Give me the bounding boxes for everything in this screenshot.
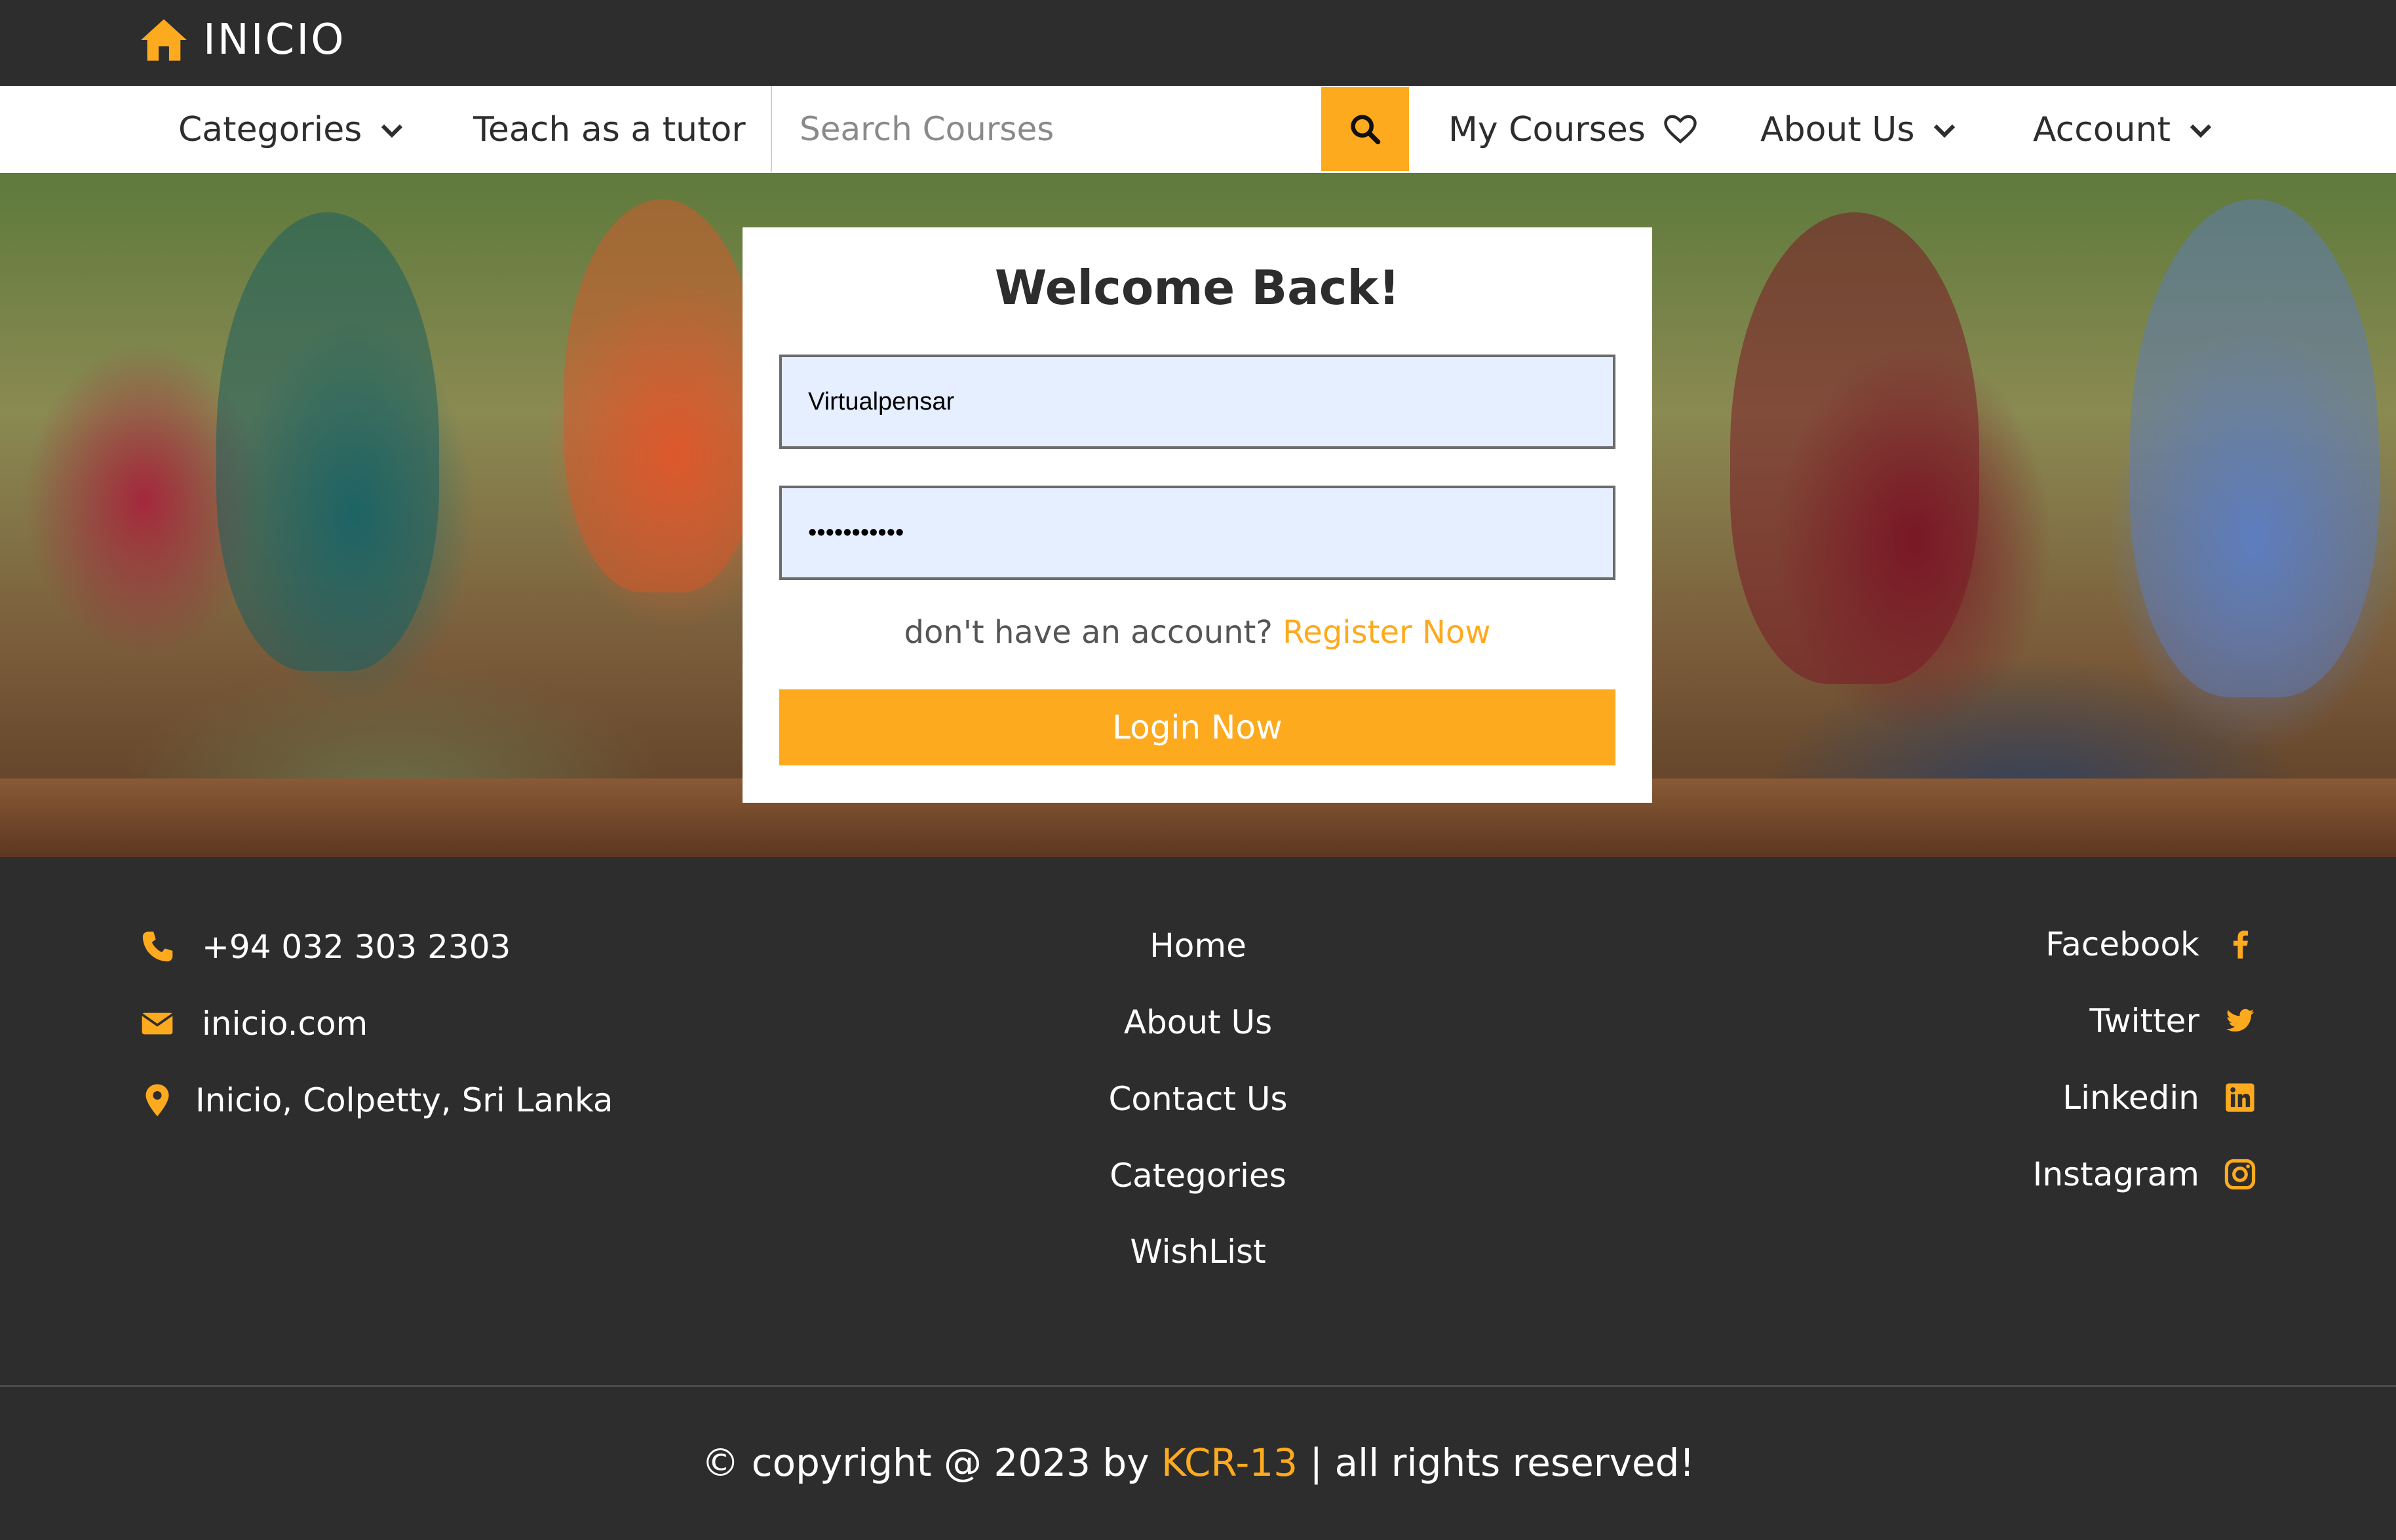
hero-figure bbox=[216, 212, 439, 671]
heart-icon bbox=[1664, 114, 1697, 144]
search-icon bbox=[1351, 115, 1381, 145]
footer-link-home[interactable]: Home bbox=[1001, 927, 1395, 965]
copyright: © copyright @ 2023 by KCR-13 | all right… bbox=[0, 1440, 2396, 1485]
chevron-down-icon bbox=[1934, 124, 1956, 138]
hero-figure bbox=[564, 199, 760, 592]
nav-my-courses-label: My Courses bbox=[1448, 109, 1646, 149]
envelope-icon bbox=[141, 1012, 174, 1035]
nav-about-label: About Us bbox=[1760, 109, 1915, 149]
no-account-text: don't have an account? bbox=[904, 614, 1273, 651]
nav-about[interactable]: About Us bbox=[1760, 86, 1958, 173]
contact-phone: +94 032 303 2303 bbox=[139, 928, 511, 966]
footer-link-contact[interactable]: Contact Us bbox=[1001, 1080, 1395, 1118]
brand-name: INICIO bbox=[203, 16, 346, 64]
footer: +94 032 303 2303 inicio.com Inicio, Colp… bbox=[0, 857, 2396, 1385]
brand-logo[interactable]: INICIO bbox=[139, 16, 346, 64]
home-icon bbox=[141, 19, 187, 61]
register-link[interactable]: Register Now bbox=[1283, 614, 1490, 651]
contact-address-text: Inicio, Colpetty, Sri Lanka bbox=[195, 1081, 613, 1119]
contact-website-text: inicio.com bbox=[202, 1005, 368, 1043]
password-field bbox=[779, 486, 1615, 580]
username-field bbox=[779, 355, 1615, 449]
contact-phone-text: +94 032 303 2303 bbox=[202, 928, 511, 966]
social-linkedin-label: Linkedin bbox=[2062, 1079, 2199, 1117]
login-card: Welcome Back! don't have an account? Reg… bbox=[743, 227, 1652, 803]
hero-figure bbox=[2130, 199, 2379, 697]
nav-teach-label: Teach as a tutor bbox=[473, 109, 746, 149]
hero-image: Welcome Back! don't have an account? Reg… bbox=[0, 173, 2396, 857]
nav-account-label: Account bbox=[2033, 109, 2171, 149]
search-button[interactable] bbox=[1321, 87, 1409, 171]
search-input[interactable] bbox=[798, 109, 1299, 149]
footer-link-wishlist[interactable]: WishList bbox=[1001, 1233, 1395, 1271]
login-button[interactable]: Login Now bbox=[779, 689, 1615, 765]
login-title: Welcome Back! bbox=[994, 260, 1401, 315]
nav-categories-label: Categories bbox=[178, 109, 362, 149]
footer-divider bbox=[0, 1385, 2396, 1387]
nav-account[interactable]: Account bbox=[2033, 86, 2214, 173]
social-facebook[interactable]: Facebook bbox=[2045, 925, 2257, 963]
search-box bbox=[771, 86, 1321, 172]
top-bar: INICIO bbox=[0, 0, 2396, 86]
register-prompt: don't have an account? Register Now bbox=[743, 614, 1652, 651]
copyright-author-link[interactable]: KCR-13 bbox=[1161, 1440, 1298, 1485]
nav-my-courses[interactable]: My Courses bbox=[1448, 86, 1698, 173]
twitter-icon bbox=[2226, 1009, 2254, 1032]
footer-link-categories[interactable]: Categories bbox=[1001, 1157, 1395, 1195]
instagram-icon bbox=[2224, 1159, 2256, 1190]
footer-link-about[interactable]: About Us bbox=[1001, 1003, 1395, 1041]
nav-teach[interactable]: Teach as a tutor bbox=[473, 86, 746, 173]
chevron-down-icon bbox=[381, 124, 403, 138]
contact-website: inicio.com bbox=[139, 1005, 368, 1043]
linkedin-icon bbox=[2226, 1083, 2254, 1112]
copyright-suffix: | all rights reserved! bbox=[1309, 1440, 1695, 1485]
contact-address: Inicio, Colpetty, Sri Lanka bbox=[139, 1081, 613, 1119]
social-linkedin[interactable]: Linkedin bbox=[2062, 1079, 2257, 1117]
main-nav: Categories Teach as a tutor My Courses A… bbox=[0, 86, 2396, 173]
map-pin-icon bbox=[145, 1084, 169, 1117]
username-input[interactable] bbox=[807, 387, 1583, 417]
social-twitter[interactable]: Twitter bbox=[2089, 1002, 2257, 1040]
social-facebook-label: Facebook bbox=[2045, 925, 2199, 963]
chevron-down-icon bbox=[2190, 124, 2212, 138]
phone-icon bbox=[142, 931, 173, 962]
social-instagram-label: Instagram bbox=[2032, 1155, 2199, 1193]
social-instagram[interactable]: Instagram bbox=[2033, 1155, 2257, 1193]
password-input[interactable] bbox=[807, 518, 1583, 548]
copyright-prefix: © copyright @ 2023 by bbox=[701, 1440, 1150, 1485]
nav-categories[interactable]: Categories bbox=[178, 86, 405, 173]
social-twitter-label: Twitter bbox=[2089, 1002, 2199, 1040]
hero-figure bbox=[1730, 212, 1979, 684]
facebook-icon bbox=[2233, 931, 2249, 959]
